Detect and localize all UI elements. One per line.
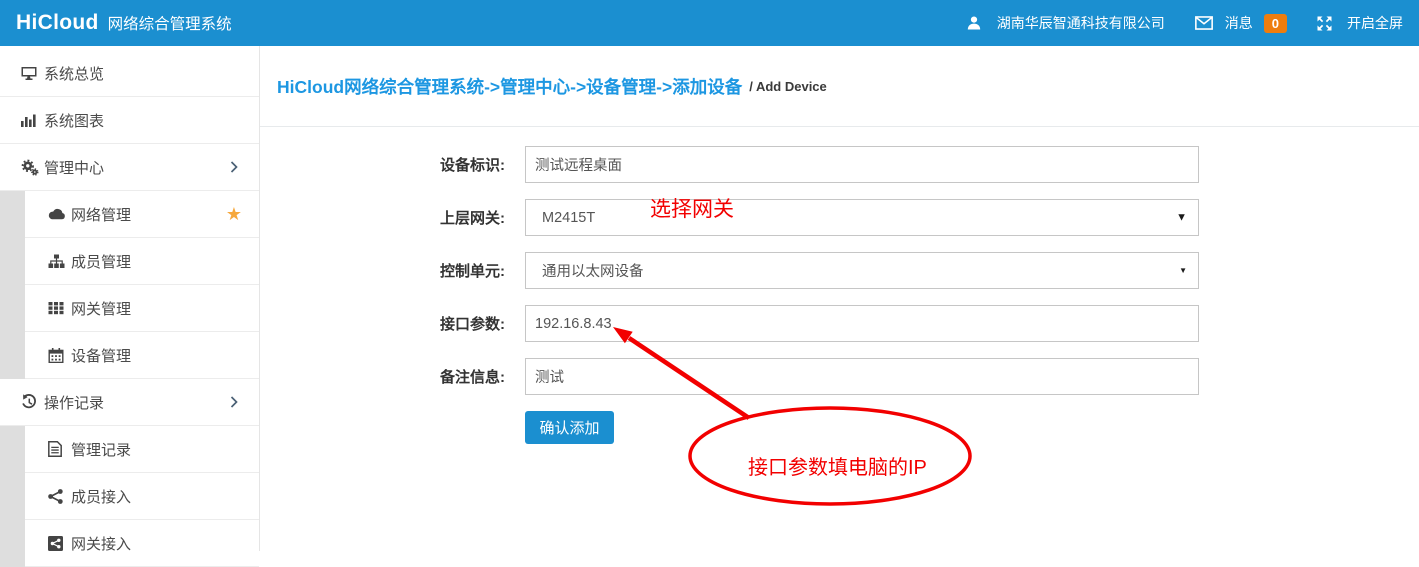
sidebar-item-label: 管理记录 bbox=[71, 439, 131, 460]
app-brand: HiCloud 网络综合管理系统 bbox=[16, 11, 232, 35]
form-row-control-unit: 控制单元: 通用以太网设备 ▼ bbox=[260, 252, 1419, 289]
envelope-icon bbox=[1195, 16, 1218, 30]
sidebar-item-member-management[interactable]: 成员管理 bbox=[0, 238, 259, 285]
sidebar-item-label: 设备管理 bbox=[71, 345, 131, 366]
upper-gateway-select[interactable]: M2415T ▼ bbox=[525, 199, 1199, 236]
sidebar-item-system-charts[interactable]: 系统图表 bbox=[0, 97, 259, 144]
sidebar-item-management-center[interactable]: 管理中心 bbox=[0, 144, 259, 191]
chevron-right-icon bbox=[230, 161, 238, 173]
caret-down-icon: ▼ bbox=[1179, 267, 1187, 275]
sidebar-item-label: 网关接入 bbox=[71, 533, 131, 554]
control-unit-value: 通用以太网设备 bbox=[542, 260, 644, 281]
form-row-interface-params: 接口参数: bbox=[260, 305, 1419, 342]
history-icon bbox=[21, 394, 44, 410]
upper-gateway-label: 上层网关: bbox=[260, 207, 505, 228]
sidebar: 系统总览 系统图表 管理中心 网络管理 ★ bbox=[0, 46, 260, 551]
confirm-add-button[interactable]: 确认添加 bbox=[525, 411, 614, 444]
caret-down-icon: ▼ bbox=[1176, 212, 1187, 223]
interface-params-label: 接口参数: bbox=[260, 313, 505, 334]
chevron-right-icon bbox=[230, 396, 238, 408]
share-square-icon bbox=[48, 536, 71, 551]
fullscreen-button[interactable]: 开启全屏 bbox=[1317, 13, 1403, 33]
device-id-label: 设备标识: bbox=[260, 154, 505, 175]
form-row-device-id: 设备标识: bbox=[260, 146, 1419, 183]
calendar-icon bbox=[48, 348, 71, 363]
sidebar-item-label: 网关管理 bbox=[71, 298, 131, 319]
document-icon bbox=[48, 441, 71, 457]
sidebar-item-system-overview[interactable]: 系统总览 bbox=[0, 50, 259, 97]
sidebar-item-label: 成员接入 bbox=[71, 486, 131, 507]
sidebar-item-label: 操作记录 bbox=[44, 392, 104, 413]
bar-chart-icon bbox=[21, 113, 44, 128]
company-account[interactable]: 湖南华辰智通科技有限公司 bbox=[967, 13, 1165, 33]
sidebar-item-label: 系统图表 bbox=[44, 110, 104, 131]
messages-label: 消息 bbox=[1225, 13, 1253, 33]
form-row-upper-gateway: 上层网关: M2415T ▼ bbox=[260, 199, 1419, 236]
sidebar-item-management-records[interactable]: 管理记录 bbox=[0, 426, 259, 473]
control-unit-select[interactable]: 通用以太网设备 ▼ bbox=[525, 252, 1199, 289]
grid-icon bbox=[48, 301, 71, 315]
messages-count-badge: 0 bbox=[1264, 14, 1287, 33]
fullscreen-icon bbox=[1317, 16, 1340, 31]
main-content: HiCloud网络综合管理系统->管理中心->设备管理->添加设备 / Add … bbox=[260, 46, 1419, 551]
fullscreen-label: 开启全屏 bbox=[1347, 13, 1403, 33]
sidebar-item-operation-records[interactable]: 操作记录 bbox=[0, 379, 259, 426]
gears-icon bbox=[21, 159, 44, 176]
sidebar-item-label: 成员管理 bbox=[71, 251, 131, 272]
control-unit-label: 控制单元: bbox=[260, 260, 505, 281]
device-id-input[interactable] bbox=[525, 146, 1199, 183]
breadcrumb-path: HiCloud网络综合管理系统->管理中心->设备管理->添加设备 bbox=[277, 74, 742, 99]
remark-label: 备注信息: bbox=[260, 366, 505, 387]
form-row-remark: 备注信息: bbox=[260, 358, 1419, 395]
brand-name: HiCloud bbox=[16, 11, 99, 35]
sidebar-item-label: 系统总览 bbox=[44, 63, 104, 84]
sidebar-item-device-management[interactable]: 设备管理 bbox=[0, 332, 259, 379]
sidebar-item-label: 网络管理 bbox=[71, 204, 131, 225]
sidebar-item-network-management[interactable]: 网络管理 ★ bbox=[0, 191, 259, 238]
sidebar-item-label: 管理中心 bbox=[44, 157, 104, 178]
star-icon: ★ bbox=[226, 205, 242, 223]
sidebar-item-gateway-access[interactable]: 网关接入 bbox=[0, 520, 259, 567]
interface-params-input[interactable] bbox=[525, 305, 1199, 342]
cloud-icon bbox=[48, 207, 71, 221]
breadcrumb-suffix: / Add Device bbox=[749, 79, 827, 94]
company-name: 湖南华辰智通科技有限公司 bbox=[997, 13, 1165, 33]
navbar-right: 湖南华辰智通科技有限公司 消息 0 开启全屏 bbox=[967, 13, 1403, 33]
sidebar-item-member-access[interactable]: 成员接入 bbox=[0, 473, 259, 520]
user-icon bbox=[967, 16, 990, 30]
remark-input[interactable] bbox=[525, 358, 1199, 395]
upper-gateway-value: M2415T bbox=[542, 210, 595, 226]
breadcrumb: HiCloud网络综合管理系统->管理中心->设备管理->添加设备 / Add … bbox=[260, 46, 1419, 127]
sidebar-item-gateway-management[interactable]: 网关管理 bbox=[0, 285, 259, 332]
add-device-form: 设备标识: 上层网关: M2415T ▼ 控制单元: 通用以太网设备 ▼ 接口参… bbox=[260, 127, 1419, 444]
sitemap-icon bbox=[48, 254, 71, 269]
share-icon bbox=[48, 489, 71, 504]
top-navbar: HiCloud 网络综合管理系统 湖南华辰智通科技有限公司 消息 0 bbox=[0, 0, 1419, 46]
messages-button[interactable]: 消息 0 bbox=[1195, 13, 1287, 33]
brand-subtitle: 网络综合管理系统 bbox=[108, 12, 232, 34]
desktop-icon bbox=[21, 66, 44, 81]
